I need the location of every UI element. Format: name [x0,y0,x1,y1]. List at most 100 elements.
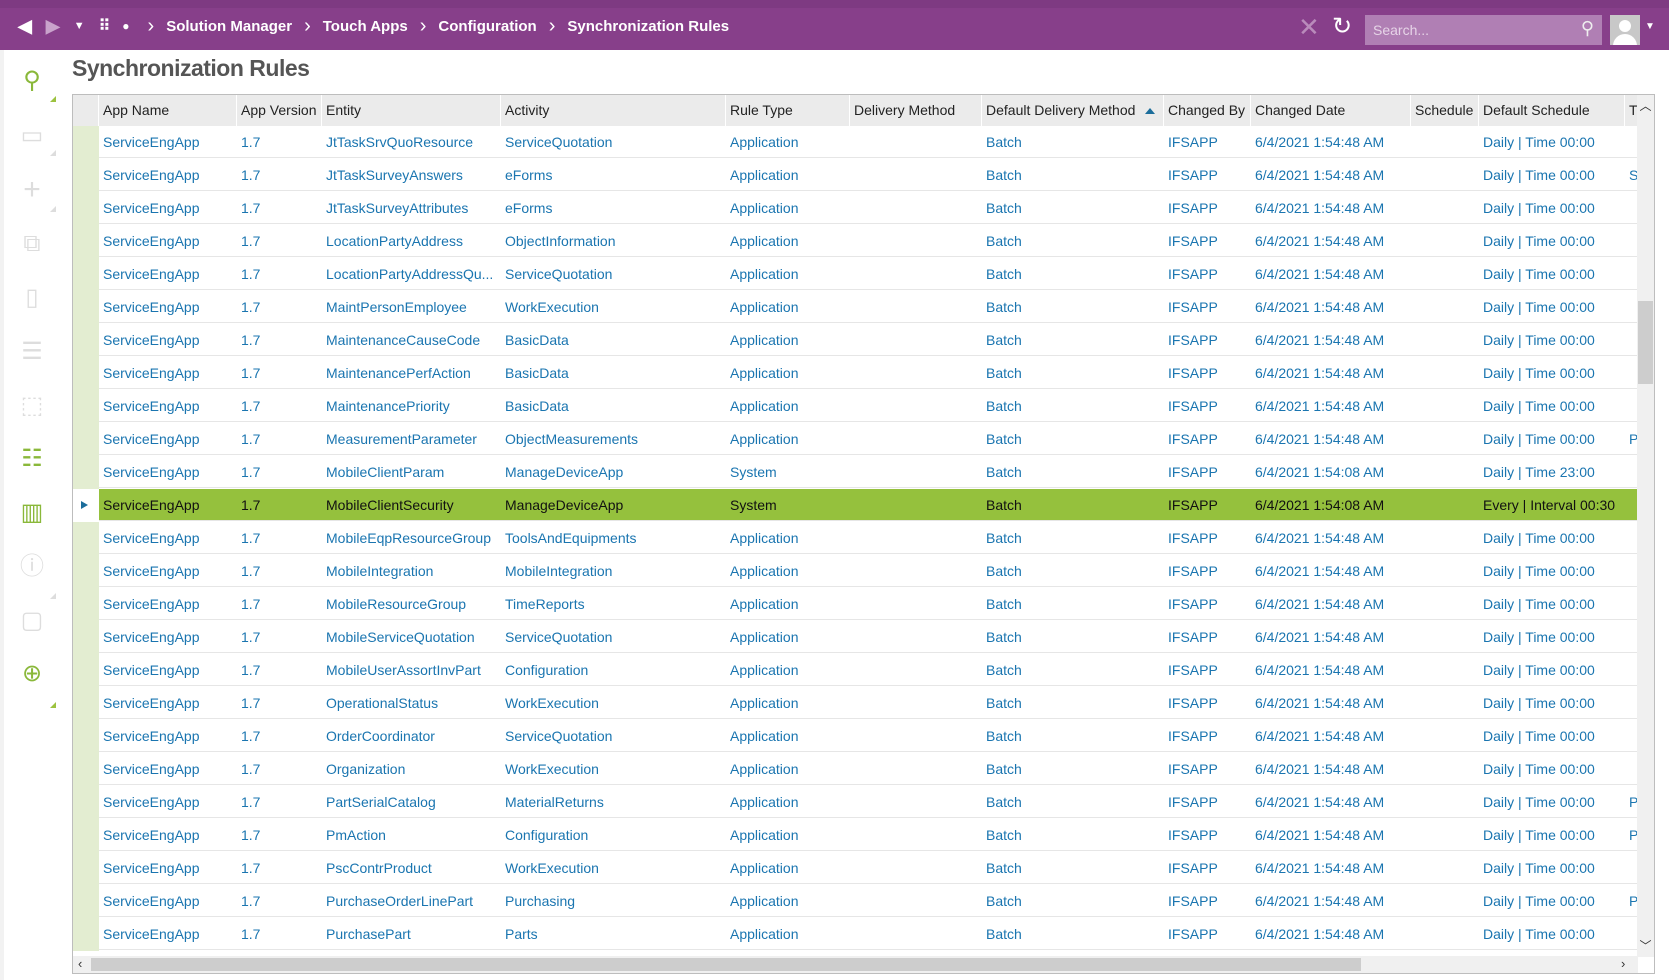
cell-changed-by[interactable]: IFSAPP [1164,324,1251,356]
cell-default-delivery-method[interactable]: Batch [982,126,1164,158]
cell-default-schedule[interactable]: Daily | Time 00:00 [1479,522,1625,554]
cell-entity[interactable]: MaintenanceCauseCode [322,324,501,356]
column-header-changed-date[interactable]: Changed Date [1251,95,1411,126]
cell-default-delivery-method[interactable]: Batch [982,654,1164,686]
cell-rule-type[interactable]: Application [726,291,850,323]
cell-app-version[interactable]: 1.7 [237,291,322,323]
table-row[interactable]: ServiceEngApp 1.7 PurchasePart Parts Applica… [73,918,1638,951]
cell-activity[interactable]: MaterialReturns [501,786,726,818]
cell-entity[interactable]: MobileEqpResourceGroup [322,522,501,554]
cell-entity[interactable]: PscContrProduct [322,852,501,884]
cell-delivery-method[interactable] [850,390,982,422]
cell-activity[interactable]: ToolsAndEquipments [501,522,726,554]
cell-app-name[interactable]: ServiceEngApp [99,720,237,752]
info-list-icon[interactable]: ⓘ [18,553,46,581]
cell-rule-type[interactable]: Application [726,324,850,356]
search-icon[interactable]: ⚲ [18,67,46,95]
cell-app-name[interactable]: ServiceEngApp [99,390,237,422]
table-row[interactable]: ServiceEngApp 1.7 MobileEqpResourceGroup To… [73,522,1638,555]
cell-rule-type[interactable]: Application [726,621,850,653]
cell-changed-date[interactable]: 6/4/2021 1:54:48 AM [1251,786,1411,818]
table-row[interactable]: ServiceEngApp 1.7 MobileResourceGroup TimeR… [73,588,1638,621]
cell-activity[interactable]: Purchasing [501,885,726,917]
cell-app-version[interactable]: 1.7 [237,159,322,191]
cell-default-schedule[interactable]: Daily | Time 00:00 [1479,324,1625,356]
user-avatar-icon[interactable] [1610,15,1640,45]
cell-delivery-method[interactable] [850,885,982,917]
cell-app-version[interactable]: 1.7 [237,654,322,686]
cell-changed-by[interactable]: IFSAPP [1164,291,1251,323]
cell-rule-type[interactable]: Application [726,225,850,257]
cell-rule-type[interactable]: Application [726,687,850,719]
cell-default-schedule[interactable]: Daily | Time 00:00 [1479,720,1625,752]
cell-app-version[interactable]: 1.7 [237,357,322,389]
cell-default-delivery-method[interactable]: Batch [982,159,1164,191]
cell-activity[interactable]: TimeReports [501,588,726,620]
cell-app-version[interactable]: 1.7 [237,918,322,950]
cell-app-name[interactable]: ServiceEngApp [99,159,237,191]
cell-changed-date[interactable]: 6/4/2021 1:54:48 AM [1251,819,1411,851]
cell-schedule[interactable] [1411,654,1479,686]
cell-app-name[interactable]: ServiceEngApp [99,423,237,455]
cell-delivery-method[interactable] [850,192,982,224]
table-row[interactable]: ServiceEngApp 1.7 Organization WorkExecutio… [73,753,1638,786]
row-marker[interactable] [73,786,99,819]
row-marker[interactable] [73,258,99,291]
cell-changed-by[interactable]: IFSAPP [1164,621,1251,653]
cell-entity[interactable]: MobileUserAssortInvPart [322,654,501,686]
open-details-icon[interactable]: ⬚ [18,392,46,420]
cell-schedule[interactable] [1411,489,1479,521]
cell-schedule[interactable] [1411,357,1479,389]
cell-app-name[interactable]: ServiceEngApp [99,687,237,719]
cell-app-version[interactable]: 1.7 [237,192,322,224]
cell-delivery-method[interactable] [850,753,982,785]
cell-app-name[interactable]: ServiceEngApp [99,522,237,554]
cell-changed-date[interactable]: 6/4/2021 1:54:48 AM [1251,126,1411,158]
row-marker[interactable] [73,324,99,357]
cell-changed-by[interactable]: IFSAPP [1164,753,1251,785]
cell-changed-date[interactable]: 6/4/2021 1:54:48 AM [1251,753,1411,785]
cell-rule-type[interactable]: Application [726,555,850,587]
cell-default-delivery-method[interactable]: Batch [982,720,1164,752]
column-header-app-name[interactable]: App Name [99,95,237,126]
row-marker[interactable] [73,390,99,423]
cell-default-delivery-method[interactable]: Batch [982,357,1164,389]
cell-default-schedule[interactable]: Daily | Time 00:00 [1479,192,1625,224]
cell-rule-type[interactable]: System [726,456,850,488]
table-row[interactable]: ServiceEngApp 1.7 MobileIntegration MobileI… [73,555,1638,588]
cell-app-version[interactable]: 1.7 [237,687,322,719]
table-row[interactable]: ServiceEngApp 1.7 MaintenancePerfAction Bas… [73,357,1638,390]
cell-delivery-method[interactable] [850,126,982,158]
cell-delivery-method[interactable] [850,291,982,323]
column-header-entity[interactable]: Entity [322,95,501,126]
table-row[interactable]: ServiceEngApp 1.7 JtTaskSrvQuoResource Serv… [73,126,1638,159]
table-row[interactable]: ServiceEngApp 1.7 MobileUserAssortInvPart C… [73,654,1638,687]
cell-entity[interactable]: OrderCoordinator [322,720,501,752]
row-marker[interactable] [73,852,99,885]
cell-app-name[interactable]: ServiceEngApp [99,489,237,521]
cell-entity[interactable]: PmAction [322,819,501,851]
cell-default-delivery-method[interactable]: Batch [982,555,1164,587]
cell-default-delivery-method[interactable]: Batch [982,456,1164,488]
cell-changed-by[interactable]: IFSAPP [1164,390,1251,422]
cell-rule-type[interactable]: Application [726,423,850,455]
table-row[interactable]: ServiceEngApp 1.7 MaintenanceCauseCode Basi… [73,324,1638,357]
cell-schedule[interactable] [1411,522,1479,554]
cell-activity[interactable]: ServiceQuotation [501,621,726,653]
cell-default-schedule[interactable]: Daily | Time 23:00 [1479,456,1625,488]
column-header-changed-by[interactable]: Changed By [1164,95,1251,126]
cell-default-schedule[interactable]: Daily | Time 00:00 [1479,918,1625,950]
cell-activity[interactable]: WorkExecution [501,852,726,884]
cell-entity[interactable]: JtTaskSurveyAttributes [322,192,501,224]
cell-activity[interactable]: Configuration [501,654,726,686]
cell-app-name[interactable]: ServiceEngApp [99,456,237,488]
row-marker[interactable] [73,918,99,951]
cell-delivery-method[interactable] [850,621,982,653]
cell-app-version[interactable]: 1.7 [237,819,322,851]
column-header-activity[interactable]: Activity [501,95,726,126]
cell-schedule[interactable] [1411,456,1479,488]
cell-changed-date[interactable]: 6/4/2021 1:54:48 AM [1251,555,1411,587]
table-row[interactable]: ServiceEngApp 1.7 MaintPersonEmployee WorkE… [73,291,1638,324]
cell-activity[interactable]: ServiceQuotation [501,720,726,752]
forward-icon[interactable]: ▶ [46,16,60,37]
